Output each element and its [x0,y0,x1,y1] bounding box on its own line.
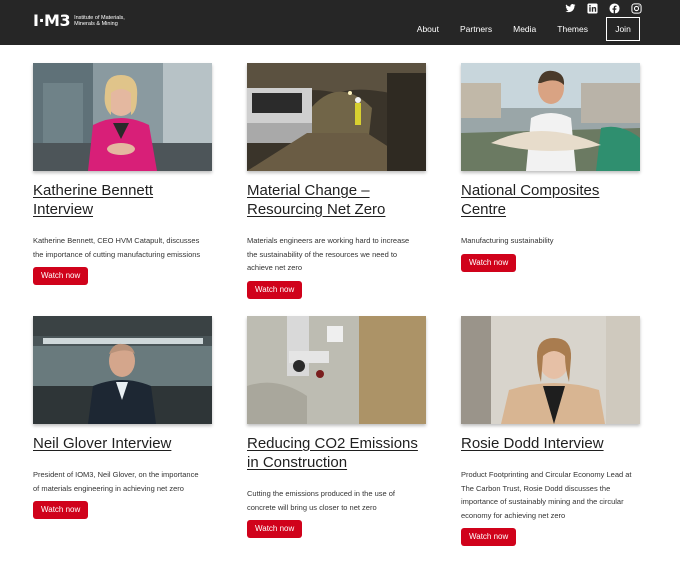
card-description: Materials engineers are working hard to … [247,236,410,272]
video-card: Material Change – Resourcing Net Zero Ma… [247,63,426,299]
main-nav: About Partners Media Themes Join [396,17,640,41]
logo-text: Institute of Materials, Minerals & Minin… [74,15,144,28]
instagram-icon[interactable] [631,3,642,14]
site-header: I·M3 Institute of Materials, Minerals & … [0,0,680,45]
join-button[interactable]: Join [606,17,640,41]
card-title[interactable]: National Composites Centre [461,181,640,219]
material-change-thumbnail[interactable] [247,63,426,171]
card-title[interactable]: Rosie Dodd Interview [461,434,640,453]
card-title[interactable]: Material Change – Resourcing Net Zero [247,181,426,219]
video-card: National Composites Centre Manufacturing… [461,63,640,272]
card-description: Manufacturing sustainability [461,236,554,245]
video-card: Neil Glover Interview President of IOM3,… [33,316,212,519]
katherine-bennett-thumbnail[interactable] [33,63,212,171]
card-title[interactable]: Katherine Bennett Interview [33,181,212,219]
card-title[interactable]: Neil Glover Interview [33,434,212,453]
watch-now-button[interactable]: Watch now [461,253,517,272]
video-card: Rosie Dodd Interview Product Footprintin… [461,316,640,546]
card-description: President of IOM3, Neil Glover, on the i… [33,470,199,493]
card-description: Katherine Bennett, CEO HVM Catapult, dis… [33,236,201,259]
facebook-icon[interactable] [609,3,620,14]
watch-now-button[interactable]: Watch now [461,528,517,546]
watch-now-button[interactable]: Watch now [247,520,303,538]
nav-media[interactable]: Media [513,17,536,41]
social-links [565,3,642,14]
logo-text-line2: Minerals & Mining [74,21,118,27]
watch-now-button[interactable]: Watch now [33,501,89,519]
video-card: Reducing CO2 Emissions in Construction C… [247,316,426,538]
watch-now-button[interactable]: Watch now [247,280,303,299]
reducing-co2-thumbnail[interactable] [247,316,426,424]
watch-now-button[interactable]: Watch now [33,267,89,285]
nav-about[interactable]: About [417,17,439,41]
rosie-dodd-thumbnail[interactable] [461,316,640,424]
nav-themes[interactable]: Themes [557,17,588,41]
iom3-logo[interactable]: I·M3 Institute of Materials, Minerals & … [33,11,144,31]
nav-partners[interactable]: Partners [460,17,492,41]
video-card: Katherine Bennett Interview Katherine Be… [33,63,212,285]
card-description: Cutting the emissions produced in the us… [247,489,396,512]
card-description: Product Footprinting and Circular Econom… [461,470,632,520]
national-composites-thumbnail[interactable] [461,63,640,171]
twitter-icon[interactable] [565,3,576,14]
card-title[interactable]: Reducing CO2 Emissions in Construction [247,434,426,472]
logo-text-line1: Institute of Materials, [74,14,125,21]
linkedin-icon[interactable] [587,3,598,14]
neil-glover-thumbnail[interactable] [33,316,212,424]
logo-mark: I·M3 [33,11,71,30]
